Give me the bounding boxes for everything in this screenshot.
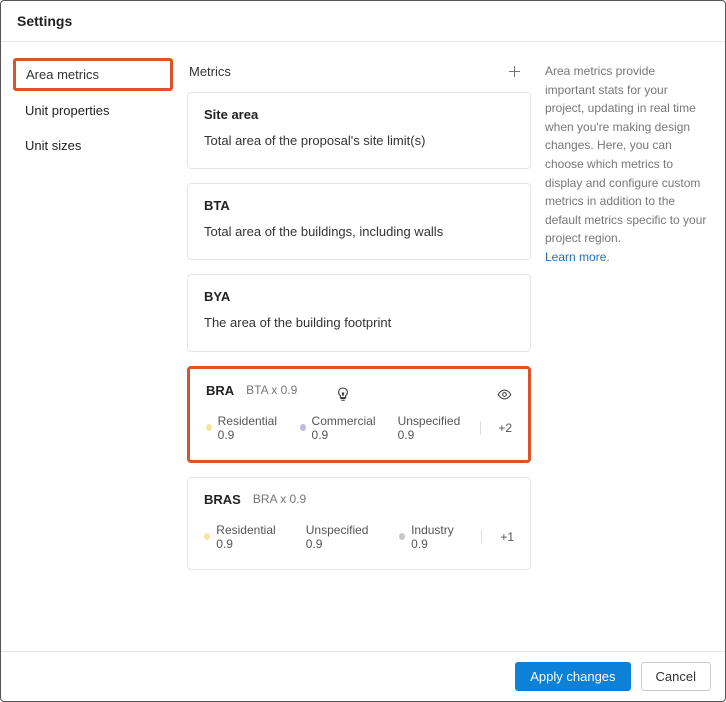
metric-tag: Residential 0.9 <box>206 414 282 442</box>
settings-window: Settings Area metrics Unit properties Unit… <box>0 0 726 702</box>
metric-subtitle: BRA x 0.9 <box>253 492 306 506</box>
tag-label: Commercial 0.9 <box>312 414 380 442</box>
tag-label: Industry 0.9 <box>411 523 467 551</box>
metric-tag: Residential 0.9 <box>204 523 288 551</box>
cancel-button[interactable]: Cancel <box>641 662 711 691</box>
metric-description: Total area of the proposal's site limit(… <box>204 132 514 150</box>
dialog-body: Area metrics Unit properties Unit sizes Me… <box>1 42 725 651</box>
metric-tag: Unspecified 0.9 <box>306 523 381 551</box>
dialog-footer: Apply changes Cancel <box>1 651 725 701</box>
metric-tags: Residential 0.9 Unspecified 0.9 Industry 0… <box>204 523 514 551</box>
metric-tag: Commercial 0.9 <box>300 414 380 442</box>
sidebar: Area metrics Unit properties Unit sizes <box>1 42 173 651</box>
metric-more-count[interactable]: +1 <box>500 530 514 544</box>
help-text: Area metrics provide important stats for… <box>545 62 707 248</box>
metric-title: BYA <box>204 289 230 304</box>
dialog-title: Settings <box>1 1 725 42</box>
metric-title: Site area <box>204 107 258 122</box>
sidebar-item-label: Area metrics <box>26 67 99 82</box>
metric-title: BRAS <box>204 492 241 507</box>
tag-label: Unspecified 0.9 <box>306 523 381 551</box>
metric-card-bra[interactable]: BRA BTA x 0.9 Residential 0.9 Commercial 0.… <box>187 366 531 463</box>
metric-tag: Unspecified 0.9 <box>398 414 466 442</box>
tag-dot-icon <box>206 424 212 431</box>
metric-card-bya[interactable]: BYA The area of the building footprint <box>187 274 531 351</box>
metrics-title: Metrics <box>189 64 231 79</box>
metric-tag: Industry 0.9 <box>399 523 468 551</box>
plus-icon <box>508 65 521 78</box>
metric-more-count[interactable]: +2 <box>498 421 512 435</box>
add-metric-button[interactable] <box>503 60 525 82</box>
main-pane: Metrics Site area Total area of the propo… <box>173 42 539 651</box>
metric-subtitle: BTA x 0.9 <box>246 383 297 397</box>
metric-card-bta[interactable]: BTA Total area of the buildings, includin… <box>187 183 531 260</box>
tag-label: Residential 0.9 <box>218 414 282 442</box>
apply-button[interactable]: Apply changes <box>515 662 630 691</box>
metric-description: The area of the building footprint <box>204 314 514 332</box>
tag-dot-icon <box>300 424 306 431</box>
sidebar-item-unit-sizes[interactable]: Unit sizes <box>15 130 173 161</box>
learn-more-link[interactable]: Learn more <box>545 250 606 264</box>
metric-card-site-area[interactable]: Site area Total area of the proposal's si… <box>187 92 531 169</box>
visibility-toggle-icon[interactable] <box>497 387 512 402</box>
metric-tags: Residential 0.9 Commercial 0.9 Unspecified… <box>206 414 512 442</box>
metric-card-bras[interactable]: BRAS BRA x 0.9 Residential 0.9 Unspecified … <box>187 477 531 570</box>
tag-dot-icon <box>399 533 405 540</box>
tag-label: Unspecified 0.9 <box>398 414 466 442</box>
metric-description: Total area of the buildings, including w… <box>204 223 514 241</box>
tag-label: Residential 0.9 <box>216 523 287 551</box>
metric-title: BTA <box>204 198 230 213</box>
tag-dot-icon <box>204 533 210 540</box>
sidebar-item-area-metrics[interactable]: Area metrics <box>13 58 173 91</box>
sidebar-item-unit-properties[interactable]: Unit properties <box>15 95 173 126</box>
metrics-header: Metrics <box>187 60 531 92</box>
help-pane: Area metrics provide important stats for… <box>539 42 725 651</box>
metric-title: BRA <box>206 383 234 398</box>
